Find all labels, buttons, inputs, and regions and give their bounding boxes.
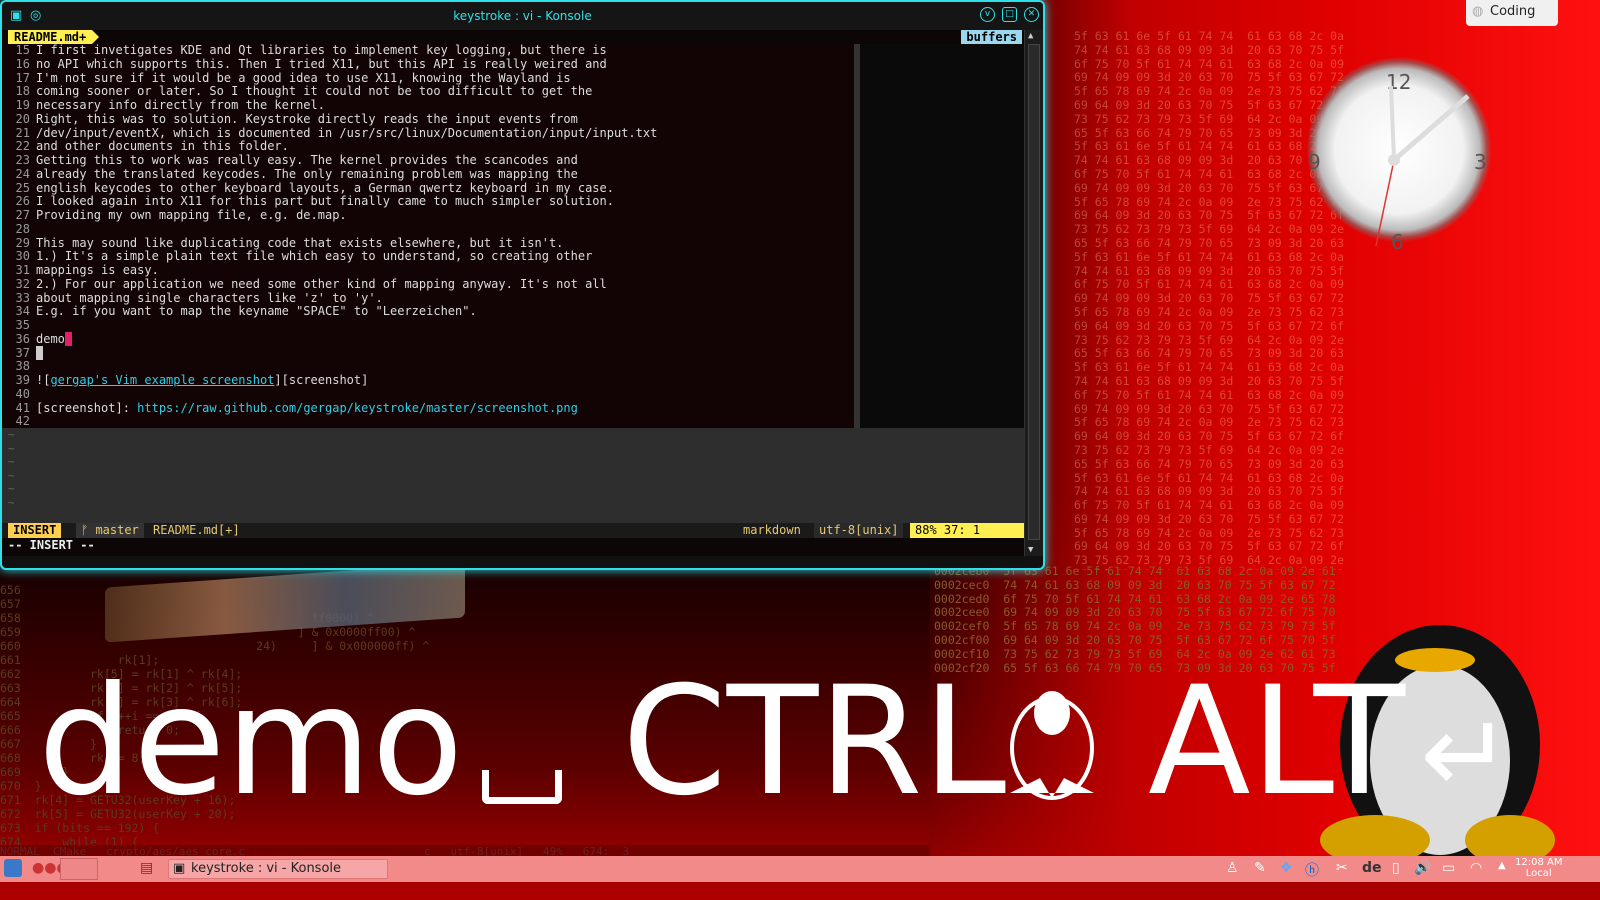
display-icon[interactable]: ▭ xyxy=(1442,860,1455,876)
tabline: README.md+ buffers xyxy=(2,30,1024,44)
overlay-alt: ALT xyxy=(1148,655,1406,829)
hex-row: 0002cee0 69 74 09 09 3d 20 63 70 75 5f 6… xyxy=(934,605,1336,620)
text-line: 27 Providing my own mapping file, e.g. de… xyxy=(15,208,347,222)
titlebar: ▣ ◎ keystroke : vi - Konsole v □ ✕ xyxy=(2,2,1043,30)
hex-row: 0002cef0 5f 65 78 69 74 2c 0a 09 2e 73 7… xyxy=(934,619,1336,634)
taskbar: ●●● ▤ ▣ keystroke : vi - Konsole ♙ ✎ ❖ ⓗ … xyxy=(0,856,1600,882)
scrollbar[interactable]: ▲ ▼ xyxy=(1024,30,1043,556)
line-41: 41 [screenshot]: https://raw.github.com/g… xyxy=(15,400,578,415)
text-line: 20 Right, this was to solution. Keystroke… xyxy=(15,111,578,126)
enter-key-symbol: ↵ xyxy=(1420,690,1513,818)
minimize-button[interactable]: v xyxy=(980,7,995,22)
line-39: 39 ![gergap's Vim example screenshot][scr… xyxy=(15,373,369,387)
text-line: 19 necessary info directly from the kerne… xyxy=(15,98,325,112)
markdown-link[interactable]: gergap's Vim example screenshot xyxy=(50,373,274,387)
text-line: 21/dev/input/eventX, which is documented… xyxy=(15,125,658,140)
tray-expand-icon[interactable]: ▲ xyxy=(1498,860,1506,871)
line-42: 42 xyxy=(15,414,30,429)
cursor-block xyxy=(36,345,44,360)
text-line: 36 demo xyxy=(2,331,854,347)
updates-icon[interactable]: ✎ xyxy=(1254,860,1266,876)
buffers-pane[interactable] xyxy=(860,44,1024,428)
text-line: 16 no API which supports this. Then I tri… xyxy=(15,56,607,71)
text-line: 31 mappings is easy. xyxy=(15,263,159,277)
text-line: 30 1.) It's a simple plain text file whic… xyxy=(15,249,593,264)
text-buffer[interactable]: 15 I first invetigates KDE and Qt librari… xyxy=(2,43,854,429)
text-line: 37 xyxy=(2,345,854,361)
text-line: 17 I'm not sure if it would be a good ide… xyxy=(15,70,571,85)
status-filename: README.md[+] xyxy=(153,523,240,537)
line-40: 40 xyxy=(15,386,30,401)
text-line: 28 xyxy=(15,221,30,236)
buffers-label: buffers xyxy=(961,30,1022,44)
klipper-icon[interactable]: ✂ xyxy=(1336,860,1348,876)
analog-clock-widget: 12 3 6 9 xyxy=(1288,46,1510,276)
text-line: 33 about mapping single characters like '… xyxy=(15,290,383,305)
text-line: 15 I first invetigates KDE and Qt librari… xyxy=(15,43,607,57)
overlay-key-text: demo xyxy=(38,655,464,829)
tab-readme[interactable]: README.md+ xyxy=(8,30,100,44)
text-line: 24 already the translated keycodes. The o… xyxy=(15,166,578,181)
hp-icon[interactable]: ⓗ xyxy=(1305,860,1319,880)
close-button[interactable]: ✕ xyxy=(1024,7,1039,22)
code-line: 660 24) ] & 0x000000ff) ^ xyxy=(0,639,430,653)
text-line: 25 english keycodes to other keyboard lay… xyxy=(15,180,614,195)
konsole-window: ▣ ◎ keystroke : vi - Konsole v □ ✕ READM… xyxy=(0,0,1045,570)
space-key-symbol xyxy=(482,770,562,804)
hex-row: 0002cf00 69 64 09 3d 20 63 70 75 5f 63 6… xyxy=(934,632,1336,647)
kde-menu-icon[interactable] xyxy=(4,859,22,877)
battery-icon[interactable]: ▯ xyxy=(1392,860,1400,876)
empty-lines: ~ ~ ~ ~ ~ ~ xyxy=(2,428,1024,523)
cursor xyxy=(64,331,73,346)
text-line: 34 E.g. if you want to map the keyname "S… xyxy=(15,304,477,319)
overlay-ctrl: CTRL xyxy=(622,655,1007,829)
encoding: utf-8[unix] xyxy=(814,523,904,538)
screenshot-url[interactable]: https://raw.github.com/gergap/keystroke/… xyxy=(137,401,578,415)
text-line: 35 xyxy=(15,318,30,332)
text-line: 18 coming sooner or later. So I thought i… xyxy=(15,84,593,99)
activity-button[interactable]: ◍ Coding xyxy=(1466,0,1558,26)
git-branch: ᚠ master xyxy=(76,523,144,538)
clock[interactable]: 12:08 AM Local xyxy=(1515,857,1562,879)
dropbox-icon[interactable]: ❖ xyxy=(1280,860,1293,876)
filetype: markdown xyxy=(743,523,801,537)
show-desktop-icon[interactable]: ▤ xyxy=(140,860,153,876)
window-title: keystroke : vi - Konsole xyxy=(453,9,592,23)
tux-tray-icon[interactable]: ♙ xyxy=(1226,860,1239,876)
maximize-button[interactable]: □ xyxy=(1002,7,1017,22)
tux-logo xyxy=(1010,691,1094,800)
text-line: 29 This may sound like duplicating code t… xyxy=(15,235,564,250)
pager[interactable] xyxy=(60,858,98,880)
command-line: -- INSERT -- xyxy=(8,538,95,552)
volume-icon[interactable]: 🔊 xyxy=(1414,860,1431,876)
wifi-icon[interactable]: ◠ xyxy=(1470,860,1482,876)
keyboard-layout[interactable]: de xyxy=(1362,860,1382,876)
hex-row: 0002cec0 74 74 61 63 68 09 09 3d 20 63 7… xyxy=(934,577,1336,592)
task-konsole[interactable]: ▣ keystroke : vi - Konsole xyxy=(168,859,388,879)
statusline: INSERT ᚠ master README.md[+] markdown ut… xyxy=(2,523,1024,538)
text-line: 23 Getting this to work was really easy. … xyxy=(15,153,578,167)
text-line: 22 and other documents in this folder. xyxy=(15,139,289,154)
cursor-position: 88% 37: 1 xyxy=(910,523,1024,538)
text-line: 38 xyxy=(15,359,30,374)
vim-editor[interactable]: README.md+ buffers 15 I first invetigates… xyxy=(2,30,1024,556)
mode-indicator: INSERT xyxy=(8,523,62,538)
hex-row: 0002ced0 6f 75 70 5f 61 74 74 61 63 68 2… xyxy=(934,591,1336,606)
text-line: 32 2.) For our application we need some o… xyxy=(15,276,607,291)
text-line: 26 I looked again into X11 for this part … xyxy=(15,194,614,209)
